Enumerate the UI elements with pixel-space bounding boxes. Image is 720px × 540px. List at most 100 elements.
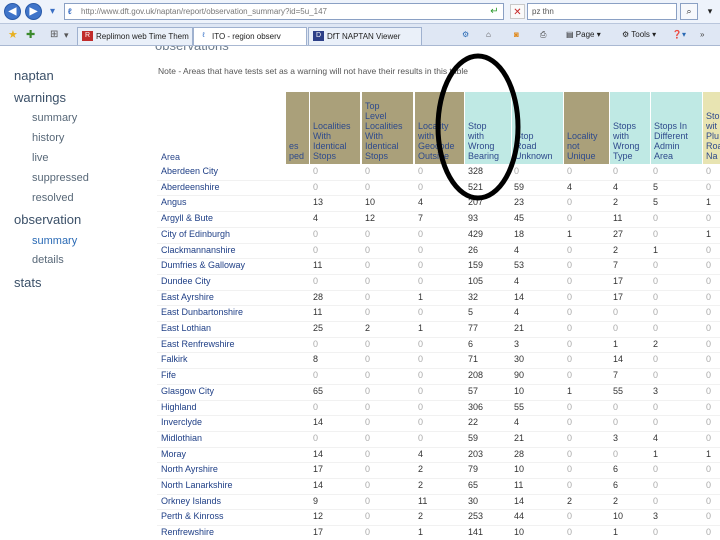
sidebar-item-naptan[interactable]: naptan	[14, 68, 54, 83]
page-menu[interactable]: ▤ Page ▾	[566, 28, 601, 42]
connect-icon[interactable]: ⚙	[462, 28, 469, 42]
sidebar-item-live[interactable]: live	[32, 152, 49, 164]
history-dropdown-icon[interactable]: ▾	[45, 4, 60, 19]
table-row[interactable]: Moray 14 0 4 203 28 0 0 1 1	[0, 447, 720, 463]
table-row[interactable]: North Lanarkshire 14 0 2 65 11 0 6 0 0	[0, 478, 720, 494]
sidebar-item-history[interactable]: history	[32, 132, 64, 144]
table-row[interactable]: East Ayrshire 28 0 1 32 14 0 17 0 0	[0, 290, 720, 306]
area-link[interactable]: Dumfries & Galloway	[161, 258, 286, 274]
table-row[interactable]: Angus 13 10 4 207 23 0 2 5 1	[0, 195, 720, 211]
area-link[interactable]: Aberdeenshire	[161, 180, 286, 196]
column-header[interactable]: Localities With Identical Stops	[310, 92, 360, 164]
table-row[interactable]: Orkney Islands 9 0 11 30 14 2 2 0 0	[0, 494, 720, 510]
extend-toolbar-icon[interactable]: »	[700, 28, 704, 42]
stop-icon[interactable]: ✕	[510, 4, 525, 19]
table-row[interactable]: Fife 0 0 0 208 90 0 7 0 0	[0, 368, 720, 384]
table-row[interactable]: Inverclyde 14 0 0 22 4 0 0 0 0	[0, 415, 720, 431]
tools-menu[interactable]: ⚙ Tools ▾	[622, 28, 656, 42]
column-header[interactable]: Stop with Wrong Bearing	[465, 92, 511, 164]
area-link[interactable]: Moray	[161, 447, 286, 463]
area-link[interactable]: Fife	[161, 368, 286, 384]
table-cell: 44	[514, 511, 525, 522]
print-icon[interactable]: ⎙	[540, 28, 546, 42]
table-row[interactable]: East Lothian 25 2 1 77 21 0 0 0 0	[0, 321, 720, 337]
sidebar-item-warnings[interactable]: warnings	[14, 90, 66, 105]
url-field[interactable]: ℓ http://www.dft.gov.uk/naptan/report/ob…	[64, 3, 504, 20]
area-link[interactable]: Orkney Islands	[161, 494, 286, 510]
table-row[interactable]: East Renfrewshire 0 0 0 6 3 0 1 2 0	[0, 337, 720, 353]
table-row[interactable]: Highland 0 0 0 306 55 0 0 0 0	[0, 400, 720, 416]
table-row[interactable]: Aberdeenshire 0 0 0 521 59 4 4 5 0	[0, 180, 720, 196]
search-input[interactable]: pz thn	[527, 3, 677, 20]
area-link[interactable]: East Ayrshire	[161, 290, 286, 306]
tab-region-observ[interactable]: ℓ ITO - region observ	[193, 27, 307, 45]
column-header-label: es ped	[289, 141, 305, 161]
area-link[interactable]: City of Edinburgh	[161, 227, 286, 243]
table-cell: 6	[613, 464, 619, 475]
table-cell: 141	[468, 527, 484, 538]
column-header[interactable]: Locality with Geocode Outside	[415, 92, 464, 164]
feeds-icon[interactable]: ◙	[514, 28, 519, 42]
page-title: observations	[155, 46, 229, 53]
area-link[interactable]: Dundee City	[161, 274, 286, 290]
area-link[interactable]: Inverclyde	[161, 415, 286, 431]
area-link[interactable]: Clackmannanshire	[161, 243, 286, 259]
area-link[interactable]: Highland	[161, 400, 286, 416]
table-row[interactable]: Dumfries & Galloway 11 0 0 159 53 0 7 0 0	[0, 258, 720, 274]
column-header[interactable]: Locality not Unique	[564, 92, 609, 164]
area-link[interactable]: East Renfrewshire	[161, 337, 286, 353]
quick-tabs-icon[interactable]: ⊞	[50, 27, 58, 43]
table-cell: 0	[653, 417, 659, 428]
area-link[interactable]: North Ayrshire	[161, 462, 286, 478]
area-link[interactable]: North Lanarkshire	[161, 478, 286, 494]
column-header[interactable]: Stop Road Unknown	[512, 92, 563, 164]
table-row[interactable]: Midlothian 0 0 0 59 21 0 3 4 0	[0, 431, 720, 447]
area-link[interactable]: East Lothian	[161, 321, 286, 337]
add-favorites-icon[interactable]: ✚	[26, 27, 35, 43]
table-cell: 11	[313, 307, 323, 318]
table-cell: 0	[418, 181, 424, 192]
tab-list-icon[interactable]: ▾	[64, 27, 69, 43]
table-row[interactable]: Glasgow City 65 0 0 57 10 1 55 3 0	[0, 384, 720, 400]
chevron-down-icon[interactable]: ▾	[702, 3, 718, 20]
table-cell: 0	[706, 495, 712, 506]
area-link[interactable]: Glasgow City	[161, 384, 286, 400]
area-link[interactable]: East Dunbartonshire	[161, 305, 286, 321]
help-icon[interactable]: ❓▾	[672, 28, 686, 42]
table-row[interactable]: Argyll & Bute 4 12 7 93 45 0 11 0 0	[0, 211, 720, 227]
area-link[interactable]: Argyll & Bute	[161, 211, 286, 227]
go-icon[interactable]: ↵	[487, 4, 502, 19]
search-icon[interactable]: ⌕	[680, 3, 698, 20]
table-row[interactable]: City of Edinburgh 0 0 0 429 18 1 27 0 1	[0, 227, 720, 243]
table-row[interactable]: Falkirk 8 0 0 71 30 0 14 0 0	[0, 352, 720, 368]
column-header[interactable]: Stops In Different Admin Area	[651, 92, 702, 164]
table-row[interactable]: Dundee City 0 0 0 105 4 0 17 0 0	[0, 274, 720, 290]
tab-replimon[interactable]: R Replimon web Time Them	[77, 27, 193, 45]
area-link[interactable]: Perth & Kinross	[161, 509, 286, 525]
column-header[interactable]: Sto wit Plu Roa Na	[703, 92, 720, 164]
tab-naptan-viewer[interactable]: D DfT NAPTAN Viewer	[308, 27, 422, 45]
column-header-label: Stop Road Unknown	[515, 131, 553, 161]
favorites-star-icon[interactable]: ★	[8, 27, 18, 43]
table-row[interactable]: East Dunbartonshire 11 0 0 5 4 0 0 0 0	[0, 305, 720, 321]
table-row[interactable]: North Ayrshire 17 0 2 79 10 0 6 0 0	[0, 462, 720, 478]
column-header[interactable]: Top Level Localities With Identical Stop…	[362, 92, 413, 164]
back-button[interactable]: ◀	[4, 3, 21, 20]
table-row[interactable]: Perth & Kinross 12 0 2 253 44 0 10 3 0	[0, 509, 720, 525]
area-link[interactable]: Angus	[161, 195, 286, 211]
table-cell: 0	[653, 370, 659, 381]
area-link[interactable]: Midlothian	[161, 431, 286, 447]
area-link[interactable]: Aberdeen City	[161, 164, 286, 180]
home-icon[interactable]: ⌂	[486, 28, 491, 42]
table-row[interactable]: Clackmannanshire 0 0 0 26 4 0 2 1 0	[0, 243, 720, 259]
table-row[interactable]: Renfrewshire 17 0 1 141 10 0 1 0 0	[0, 525, 720, 540]
area-link[interactable]: Falkirk	[161, 352, 286, 368]
sidebar-item-warnings-summary[interactable]: summary	[32, 112, 77, 124]
forward-button[interactable]: ▶	[25, 3, 42, 20]
page-icon: ℓ	[68, 7, 72, 16]
area-column-header: Area	[161, 152, 181, 162]
area-link[interactable]: Renfrewshire	[161, 525, 286, 540]
table-row[interactable]: Aberdeen City 0 0 0 328 0 0 0 0 0	[0, 164, 720, 180]
column-header[interactable]: es ped	[286, 92, 309, 164]
column-header[interactable]: Stops with Wrong Type	[610, 92, 650, 164]
